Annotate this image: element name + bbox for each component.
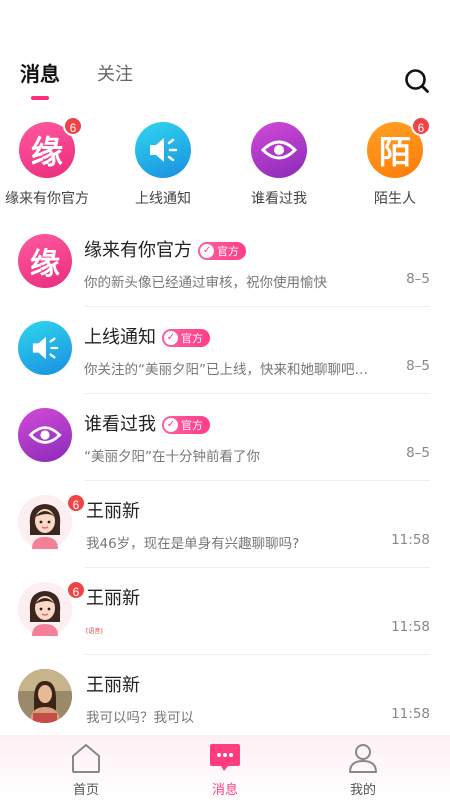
photo-avatar (18, 669, 72, 723)
speaker-icon (135, 122, 191, 178)
contact-name: 王丽新 (86, 675, 140, 696)
check-icon: ✓ (164, 331, 178, 345)
message-row-user[interactable]: 6 王丽新 [语音] 11:58 (0, 568, 450, 655)
check-icon: ✓ (164, 418, 178, 432)
quick-entry-who-viewed[interactable]: 谁看过我 (229, 122, 329, 208)
nav-messages[interactable]: 消息 (185, 741, 265, 798)
active-tab-indicator (31, 96, 49, 100)
message-preview: “美丽夕阳”在十分钟前看了你 (84, 449, 260, 465)
quick-entry-online-notice[interactable]: 上线通知 (113, 122, 213, 208)
contact-name: 王丽新 (86, 501, 140, 522)
nav-home[interactable]: 首页 (46, 741, 126, 798)
unread-badge: 6 (66, 580, 86, 600)
message-preview: 你关注的“美丽夕阳”已上线，快来和她聊聊吧… (84, 362, 368, 378)
eye-icon (251, 122, 307, 178)
message-time: 8–5 (406, 271, 430, 287)
message-preview: 你的新头像已经通过审核，祝你使用愉快 (84, 275, 327, 291)
contact-name: 谁看过我 ✓ 官方 (84, 410, 210, 436)
official-logo-icon: 缘 (18, 234, 72, 288)
quick-entry-label: 谁看过我 (251, 191, 307, 207)
search-icon[interactable] (404, 68, 430, 94)
message-time: 11:58 (391, 706, 430, 722)
contact-name: 王丽新 (86, 588, 140, 609)
unread-badge: 6 (66, 493, 86, 513)
quick-entry-label: 陌生人 (374, 191, 416, 207)
tab-following[interactable]: 关注 (97, 60, 133, 86)
message-row-online-notice[interactable]: 上线通知 ✓ 官方 你关注的“美丽夕阳”已上线，快来和她聊聊吧… 8–5 (0, 307, 450, 394)
tab-messages[interactable]: 消息 (20, 58, 60, 87)
speaker-icon (18, 321, 72, 375)
message-icon (207, 741, 243, 775)
nav-label: 我的 (349, 783, 376, 798)
quick-entry-strangers[interactable]: 陌 6 陌生人 (345, 116, 445, 208)
contact-name: 上线通知 ✓ 官方 (84, 323, 210, 349)
message-row-user[interactable]: 6 王丽新 我46岁，现在是单身有兴趣聊聊吗? 11:58 (0, 481, 450, 568)
quick-entry-row: 缘 6 缘来有你官方 上线通知 谁看过我 陌 6 陌生人 (0, 116, 450, 212)
avatar: 6 (18, 580, 86, 636)
unread-badge: 6 (411, 116, 431, 136)
message-preview: 我46岁，现在是单身有兴趣聊聊吗? (86, 536, 300, 552)
message-time: 11:58 (391, 532, 430, 548)
official-badge: ✓ 官方 (198, 242, 246, 260)
voice-note-label: [语音] (86, 628, 103, 635)
official-badge: ✓ 官方 (162, 416, 210, 434)
bottom-nav-bar: 首页 消息 我的 (0, 735, 450, 800)
message-row-who-viewed[interactable]: 谁看过我 ✓ 官方 “美丽夕阳”在十分钟前看了你 8–5 (0, 394, 450, 481)
top-tab-bar: 消息 关注 (0, 58, 450, 106)
message-list: 缘 缘来有你官方 ✓ 官方 你的新头像已经通过审核，祝你使用愉快 8–5 上线通知 ✓… (0, 220, 450, 742)
message-row-official[interactable]: 缘 缘来有你官方 ✓ 官方 你的新头像已经通过审核，祝你使用愉快 8–5 (0, 220, 450, 307)
profile-icon (345, 741, 381, 775)
message-row-user[interactable]: 王丽新 我可以吗？我可以 11:58 (0, 655, 450, 742)
stranger-logo-icon: 陌 6 (367, 116, 431, 178)
quick-entry-label: 缘来有你官方 (5, 191, 89, 207)
avatar: 6 (18, 493, 86, 549)
official-badge: ✓ 官方 (162, 329, 210, 347)
eye-icon (18, 408, 72, 462)
message-preview: 我可以吗？我可以 (86, 710, 194, 726)
quick-entry-label: 上线通知 (135, 191, 191, 207)
message-time: 8–5 (406, 358, 430, 374)
check-icon: ✓ (200, 244, 214, 258)
unread-badge: 6 (63, 116, 83, 136)
nav-label: 消息 (211, 783, 238, 798)
home-icon (68, 741, 104, 775)
contact-name: 缘来有你官方 ✓ 官方 (84, 236, 246, 262)
nav-profile[interactable]: 我的 (323, 741, 403, 798)
message-time: 8–5 (406, 445, 430, 461)
quick-entry-official[interactable]: 缘 6 缘来有你官方 (0, 116, 97, 208)
official-logo-icon: 缘 6 (19, 116, 83, 178)
nav-label: 首页 (72, 783, 99, 798)
message-time: 11:58 (391, 619, 430, 635)
